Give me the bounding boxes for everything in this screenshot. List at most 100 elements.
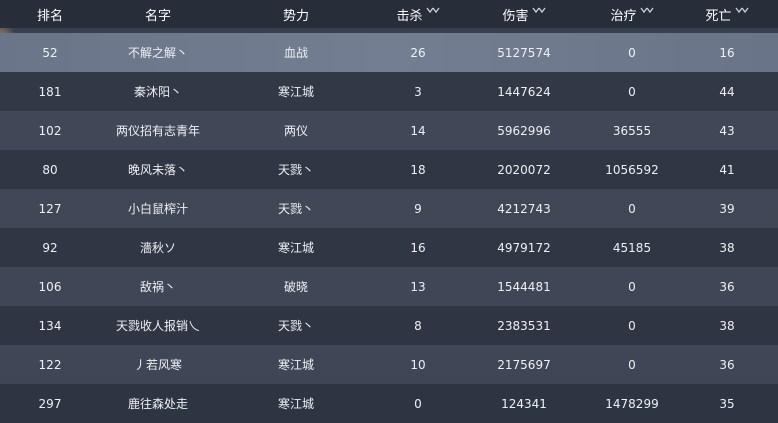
table-row[interactable]: 52 不解之解丶 血战 26 5127574 0 16: [0, 33, 778, 72]
row-player-name: 小白鼠榨汁: [127, 202, 188, 216]
row-deaths: 38: [719, 240, 735, 255]
row-damage: 2175697: [497, 357, 551, 372]
row-healing: 0: [628, 45, 636, 60]
table-row[interactable]: 127 小白鼠榨汁 天戮丶 9 4212743 0 39: [0, 189, 778, 228]
header-damage[interactable]: 伤害: [464, 0, 584, 28]
row-kills: 13: [410, 279, 426, 294]
row-kills: 0: [414, 396, 422, 411]
row-kills: 16: [410, 240, 426, 255]
row-rank: 122: [38, 357, 62, 372]
sort-chevron-icon[interactable]: [425, 6, 440, 16]
row-player-name: 濇秋ソ: [139, 241, 176, 255]
row-player-name: 敌祸丶: [139, 280, 176, 294]
row-healing: 0: [628, 318, 636, 333]
header-rank[interactable]: 排名: [22, 0, 78, 28]
header-kills-label: 击杀: [396, 8, 423, 24]
row-deaths: 39: [719, 201, 735, 216]
row-damage: 5962996: [497, 123, 551, 138]
row-player-name: 不解之解丶: [127, 46, 188, 60]
row-healing: 0: [628, 201, 636, 216]
row-deaths: 43: [719, 123, 735, 138]
row-damage: 4979172: [497, 240, 551, 255]
row-kills: 8: [414, 318, 422, 333]
header-deaths[interactable]: 死亡: [680, 0, 774, 28]
row-kills: 26: [410, 45, 426, 60]
row-rank: 106: [38, 279, 62, 294]
row-kills: 3: [414, 84, 422, 99]
row-player-name: 两仪招有志青年: [115, 124, 200, 138]
table-row[interactable]: 102 两仪招有志青年 两仪 14 5962996 36555 43: [0, 111, 778, 150]
row-healing: 1056592: [605, 162, 659, 177]
header-faction-label: 势力: [282, 8, 309, 24]
row-rank: 297: [38, 396, 62, 411]
row-player-name: 丿若风寒: [133, 358, 182, 372]
row-faction: 破晓: [283, 280, 308, 294]
table-row[interactable]: 122 丿若风寒 寒江城 10 2175697 0 36: [0, 345, 778, 384]
row-damage: 5127574: [497, 45, 551, 60]
row-rank: 181: [38, 84, 62, 99]
row-rank: 134: [38, 318, 62, 333]
row-faction: 寒江城: [277, 397, 314, 411]
row-deaths: 35: [719, 396, 735, 411]
row-healing: 0: [628, 357, 636, 372]
row-healing: 0: [628, 84, 636, 99]
row-player-name: 天戮收人报销乀: [115, 319, 200, 333]
table-row[interactable]: 297 鹿往森处走 寒江城 0 124341 1478299 35: [0, 384, 778, 423]
ranking-table: 排名 名字 势力 击杀 伤害 治疗 死亡 52 不解之解丶 血战 26 5127…: [0, 0, 778, 423]
header-deaths-label: 死亡: [705, 8, 732, 24]
row-kills: 18: [410, 162, 426, 177]
row-damage: 124341: [501, 396, 547, 411]
row-faction: 天戮丶: [277, 202, 314, 216]
row-player-name: 晚风未落丶: [127, 163, 188, 177]
row-healing: 1478299: [605, 396, 659, 411]
row-damage: 4212743: [497, 201, 551, 216]
row-kills: 9: [414, 201, 422, 216]
row-damage: 1447624: [497, 84, 551, 99]
row-deaths: 16: [719, 45, 735, 60]
header-healing-label: 治疗: [610, 8, 637, 24]
row-damage: 1544481: [497, 279, 551, 294]
row-faction: 血战: [283, 46, 308, 60]
row-deaths: 36: [719, 357, 735, 372]
header-damage-label: 伤害: [502, 8, 529, 24]
row-rank: 127: [38, 201, 62, 216]
header-rank-label: 排名: [36, 8, 63, 24]
table-row[interactable]: 181 秦沐阳丶 寒江城 3 1447624 0 44: [0, 72, 778, 111]
row-faction: 两仪: [283, 124, 308, 138]
row-faction: 天戮丶: [277, 319, 314, 333]
table-row[interactable]: 106 敌祸丶 破晓 13 1544481 0 36: [0, 267, 778, 306]
row-rank: 92: [42, 240, 58, 255]
row-healing: 0: [628, 279, 636, 294]
row-healing: 36555: [612, 123, 652, 138]
row-deaths: 41: [719, 162, 735, 177]
sort-chevron-icon[interactable]: [734, 6, 749, 16]
table-row[interactable]: 92 濇秋ソ 寒江城 16 4979172 45185 38: [0, 228, 778, 267]
row-deaths: 36: [719, 279, 735, 294]
row-rank: 52: [42, 45, 58, 60]
header-name[interactable]: 名字: [78, 0, 238, 28]
row-kills: 14: [410, 123, 426, 138]
sort-chevron-icon[interactable]: [639, 6, 654, 16]
row-faction: 天戮丶: [277, 163, 314, 177]
header-kills[interactable]: 击杀: [372, 0, 464, 28]
sort-chevron-icon[interactable]: [531, 6, 546, 16]
table-header: 排名 名字 势力 击杀 伤害 治疗 死亡: [0, 0, 778, 28]
row-kills: 10: [410, 357, 426, 372]
row-damage: 2020072: [497, 162, 551, 177]
header-healing[interactable]: 治疗: [584, 0, 680, 28]
row-player-name: 秦沐阳丶: [133, 85, 182, 99]
row-faction: 寒江城: [277, 241, 314, 255]
row-faction: 寒江城: [277, 358, 314, 372]
table-row[interactable]: 134 天戮收人报销乀 天戮丶 8 2383531 0 38: [0, 306, 778, 345]
row-deaths: 38: [719, 318, 735, 333]
row-deaths: 44: [719, 84, 735, 99]
header-name-label: 名字: [144, 8, 171, 24]
header-faction[interactable]: 势力: [238, 0, 354, 28]
row-healing: 45185: [612, 240, 652, 255]
row-faction: 寒江城: [277, 85, 314, 99]
row-player-name: 鹿往森处走: [127, 397, 188, 411]
row-rank: 102: [38, 123, 62, 138]
row-rank: 80: [42, 162, 58, 177]
row-damage: 2383531: [497, 318, 551, 333]
table-row[interactable]: 80 晚风未落丶 天戮丶 18 2020072 1056592 41: [0, 150, 778, 189]
